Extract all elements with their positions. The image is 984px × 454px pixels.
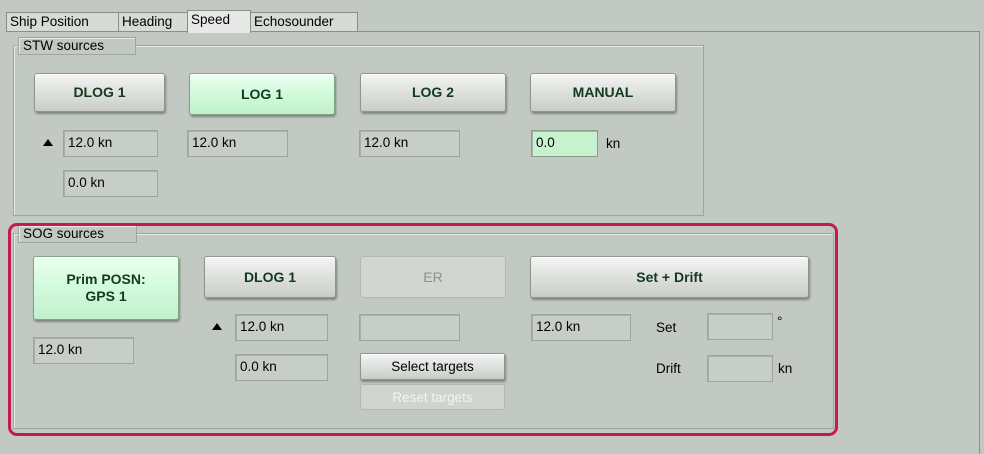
tab-divider	[6, 31, 980, 32]
stw-manual-unit: kn	[606, 136, 621, 151]
tab-bar: Ship Position Heading Speed Echosounder	[6, 10, 980, 33]
stw-sources-title: STW sources	[18, 37, 136, 55]
stw-dlog1-speed-secondary: 0.0 kn	[63, 170, 158, 197]
stw-log1-button[interactable]: LOG 1	[189, 73, 335, 115]
stw-log2-speed: 12.0 kn	[359, 130, 460, 157]
stw-log2-button[interactable]: LOG 2	[360, 73, 506, 112]
stw-dlog1-button[interactable]: DLOG 1	[34, 73, 165, 112]
triangle-up-icon	[43, 139, 53, 146]
tab-speed[interactable]: Speed	[187, 10, 251, 33]
stw-manual-input[interactable]: 0.0	[531, 130, 598, 157]
tab-echosounder[interactable]: Echosounder	[250, 12, 358, 32]
stw-dlog1-speed: 12.0 kn	[63, 130, 158, 157]
sog-highlight-frame	[8, 223, 838, 436]
tab-ship-position[interactable]: Ship Position	[6, 12, 119, 32]
panel-border	[979, 31, 980, 454]
tab-heading[interactable]: Heading	[118, 12, 188, 32]
stw-log1-speed: 12.0 kn	[187, 130, 288, 157]
stw-manual-button[interactable]: MANUAL	[530, 73, 676, 112]
